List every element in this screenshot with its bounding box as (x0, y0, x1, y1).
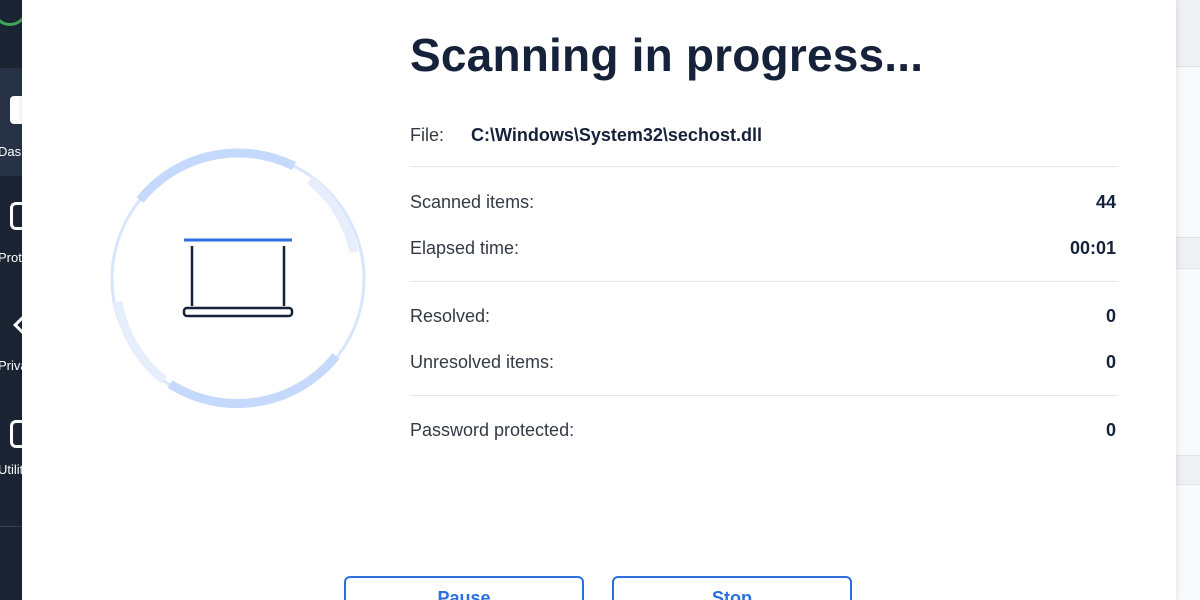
file-label: File: (410, 125, 445, 145)
sidebar-item-label: Dashboard (0, 144, 24, 159)
divider (410, 395, 1118, 396)
sidebar: Dashboard Protection Privacy Utilities (0, 0, 24, 600)
background-panel (1176, 268, 1200, 456)
stat-value: 0 (1105, 420, 1116, 440)
stat-elapsed-time: Elapsed time: 00:01 (410, 238, 1118, 262)
background-panel (1176, 66, 1200, 238)
stat-password-protected: Password protected: 0 (410, 420, 1118, 444)
stat-value: 0 (1105, 306, 1116, 326)
stat-label: Resolved: (410, 306, 491, 326)
stat-resolved: Resolved: 0 (410, 306, 1118, 330)
stat-label: Password protected: (410, 420, 575, 440)
sidebar-item-label: Privacy (0, 358, 24, 373)
background-app-area (1176, 0, 1200, 600)
sidebar-divider (0, 526, 24, 527)
pause-button[interactable]: Pause (344, 576, 584, 600)
stat-label: Unresolved items: (410, 352, 555, 372)
laptop-icon (182, 238, 294, 318)
sidebar-item-privacy[interactable]: Privacy (0, 312, 24, 382)
app-window: Dashboard Protection Privacy Utilities (0, 0, 1200, 600)
current-file-row: File: C:\Windows\System32\sechost.dll (410, 125, 762, 146)
stop-button[interactable]: Stop (612, 576, 852, 600)
stat-label: Scanned items: (410, 192, 535, 212)
divider (410, 281, 1118, 282)
stat-label: Elapsed time: (410, 238, 520, 258)
sidebar-item-label: Utilities (0, 462, 24, 477)
background-panel (1176, 484, 1200, 600)
sidebar-item-utilities[interactable]: Utilities (0, 416, 24, 486)
stat-value: 44 (1095, 192, 1116, 212)
sidebar-item-label: Protection (0, 250, 24, 265)
stat-scanned-items: Scanned items: 44 (410, 192, 1118, 216)
stat-value: 0 (1105, 352, 1116, 372)
file-path: C:\Windows\System32\sechost.dll (471, 125, 762, 145)
sidebar-item-dashboard[interactable]: Dashboard (0, 86, 24, 159)
stat-value: 00:01 (1069, 238, 1116, 258)
page-title: Scanning in progress... (410, 29, 924, 81)
sidebar-item-protection[interactable]: Protection (0, 196, 24, 266)
scan-dialog: Scanning in progress... File: C:\Windows… (22, 0, 1176, 600)
stat-unresolved-items: Unresolved items: 0 (410, 352, 1118, 376)
divider (410, 166, 1118, 167)
logo-accent-icon (0, 0, 24, 26)
